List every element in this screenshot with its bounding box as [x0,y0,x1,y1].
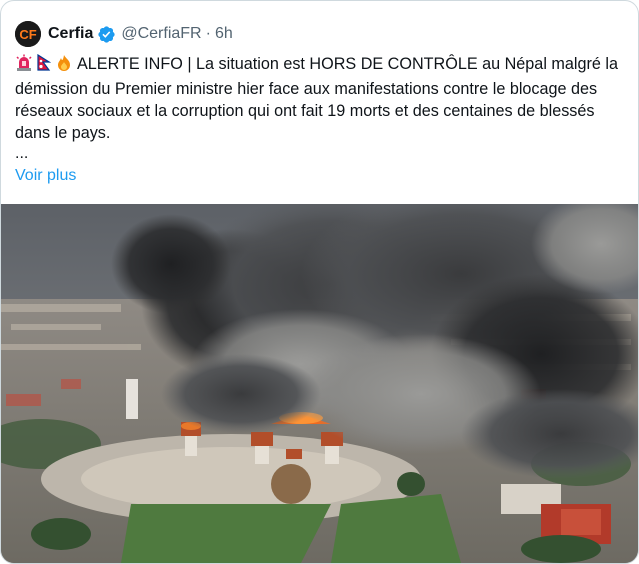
tweet-card[interactable]: CF Cerfia @CerfiaFR · 6h ALERTE INFO | L… [0,0,639,564]
emoji-group [15,53,73,78]
nepal-flag-icon [37,53,52,78]
text-ellipsis: ... [15,145,29,162]
tweet-header: CF Cerfia @CerfiaFR · 6h [15,19,233,49]
author-name[interactable]: Cerfia [48,25,93,43]
verified-badge-icon [97,25,116,44]
post-time[interactable]: 6h [215,25,233,43]
cerfia-logo-icon[interactable]: CF [15,21,41,47]
see-more-link[interactable]: Voir plus [15,165,76,187]
svg-text:CF: CF [19,27,36,42]
tweet-text: ALERTE INFO | La situation est HORS DE C… [15,53,627,144]
fire-icon [55,54,73,78]
separator-dot: · [205,25,211,42]
rotating-light-icon [15,54,33,78]
tweet-photo[interactable] [1,204,638,563]
author-handle[interactable]: @CerfiaFR [121,25,201,43]
tweet-body: ALERTE INFO | La situation est HORS DE C… [15,55,618,142]
